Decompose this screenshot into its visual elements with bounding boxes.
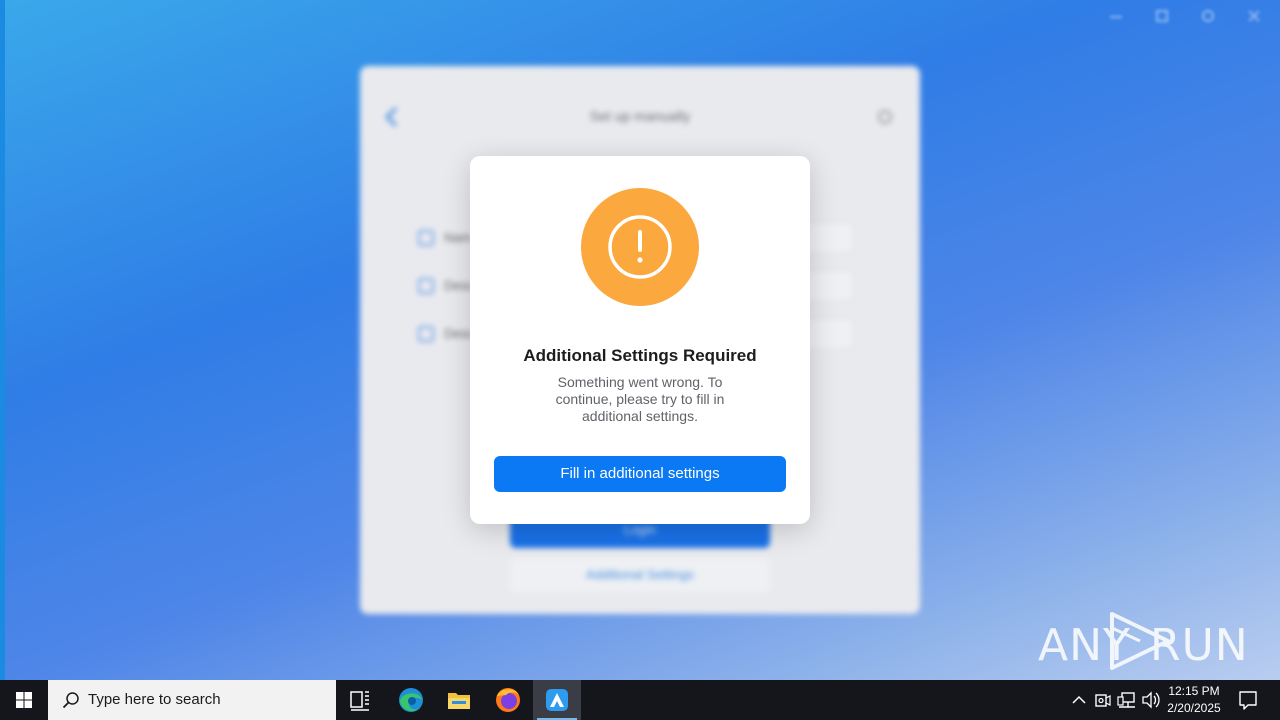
form-row-label: Nam [444, 230, 472, 245]
folder-icon [448, 693, 470, 709]
app-logo-icon [546, 689, 568, 711]
exclamation-icon [581, 188, 699, 306]
edge-icon [399, 688, 423, 712]
network-icon[interactable] [1116, 680, 1138, 720]
settings-icon[interactable] [1202, 10, 1214, 22]
clock-time: 12:15 PM [1168, 684, 1220, 698]
clock-date: 2/20/2025 [1167, 701, 1221, 715]
minimize-icon[interactable] [1110, 10, 1122, 18]
pen-icon [418, 326, 434, 342]
maximize-icon[interactable] [1156, 10, 1168, 22]
active-app-button[interactable] [533, 680, 581, 720]
camera-icon[interactable] [1092, 680, 1114, 720]
file-explorer-button[interactable] [435, 680, 483, 720]
fill-in-settings-button[interactable]: Fill in additional settings [494, 456, 786, 492]
taskbar: Type here to search 12:15 PM 2/20/2025 [0, 680, 1280, 720]
windows-logo-icon [16, 692, 32, 708]
additional-settings-button[interactable]: Additional Settings [510, 558, 770, 592]
additional-settings-dialog: Additional Settings Required Something w… [470, 156, 810, 524]
edge-button[interactable] [387, 680, 435, 720]
start-button[interactable] [0, 680, 48, 720]
gear-icon[interactable] [878, 110, 892, 124]
desktop: Set up manually Nam Desc Desc Login Addi… [0, 0, 1280, 680]
chevron-up-icon[interactable] [1068, 680, 1090, 720]
firefox-icon [496, 688, 520, 712]
user-icon [418, 230, 434, 246]
task-view-button[interactable] [336, 680, 384, 720]
anyrun-watermark: ANY RUN [1038, 608, 1248, 672]
mail-icon [418, 278, 434, 294]
desktop-edge [0, 0, 5, 680]
search-icon [62, 692, 79, 709]
background-app-title: Set up manually [589, 108, 691, 124]
notification-icon[interactable] [1236, 680, 1260, 720]
dialog-message: Something went wrong. To continue, pleas… [555, 374, 725, 424]
close-icon[interactable] [1248, 10, 1260, 22]
volume-icon[interactable] [1140, 680, 1162, 720]
firefox-button[interactable] [484, 680, 532, 720]
taskbar-clock[interactable]: 12:15 PM 2/20/2025 [1162, 683, 1226, 717]
search-placeholder: Type here to search [88, 691, 221, 708]
taskbar-search-box[interactable]: Type here to search [48, 680, 336, 720]
dialog-title: Additional Settings Required [523, 346, 757, 365]
task-view-icon [350, 691, 369, 711]
watermark-text-right: RUN [1150, 620, 1249, 671]
